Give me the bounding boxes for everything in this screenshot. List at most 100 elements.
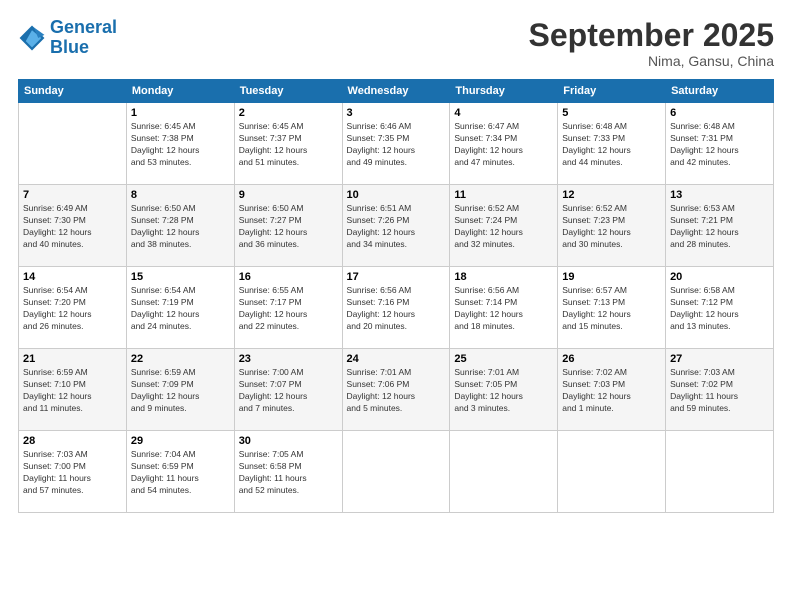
day-number: 30 [239,435,338,447]
day-number: 3 [347,107,446,119]
col-header-friday: Friday [558,80,666,103]
calendar-cell: 21 Sunrise: 6:59 AM Sunset: 7:10 PM Dayli… [19,349,127,431]
column-headers: SundayMondayTuesdayWednesdayThursdayFrid… [19,80,774,103]
day-number: 9 [239,189,338,201]
cell-info: Sunrise: 6:52 AM Sunset: 7:24 PM Dayligh… [454,203,553,251]
day-number: 4 [454,107,553,119]
calendar-cell: 24 Sunrise: 7:01 AM Sunset: 7:06 PM Dayli… [342,349,450,431]
day-number: 26 [562,353,661,365]
col-header-monday: Monday [126,80,234,103]
day-number: 29 [131,435,230,447]
calendar-cell: 18Sunrise: 6:56 AM Sunset: 7:14 PM Dayli… [450,267,558,349]
col-header-saturday: Saturday [666,80,774,103]
cell-info: Sunrise: 6:48 AM Sunset: 7:31 PM Dayligh… [670,121,769,169]
logo: General Blue [18,18,117,58]
logo-text: General Blue [50,18,117,58]
day-number: 14 [23,271,122,283]
logo-icon [18,24,46,52]
cell-info: Sunrise: 6:47 AM Sunset: 7:34 PM Dayligh… [454,121,553,169]
day-number: 10 [347,189,446,201]
calendar-cell: 25 Sunrise: 7:01 AM Sunset: 7:05 PM Dayli… [450,349,558,431]
calendar-cell: 5Sunrise: 6:48 AM Sunset: 7:33 PM Daylig… [558,103,666,185]
day-number: 18 [454,271,553,283]
day-number: 13 [670,189,769,201]
cell-info: Sunrise: 7:00 AM Sunset: 7:07 PM Dayligh… [239,367,338,415]
day-number: 12 [562,189,661,201]
day-number: 17 [347,271,446,283]
calendar-cell [558,431,666,513]
page: General Blue September 2025 Nima, Gansu,… [0,0,792,612]
day-number: 20 [670,271,769,283]
day-number: 28 [23,435,122,447]
calendar-cell: 9 Sunrise: 6:50 AM Sunset: 7:27 PM Daylig… [234,185,342,267]
calendar-cell: 20 Sunrise: 6:58 AM Sunset: 7:12 PM Dayli… [666,267,774,349]
day-number: 5 [562,107,661,119]
calendar-cell: 6 Sunrise: 6:48 AM Sunset: 7:31 PM Daylig… [666,103,774,185]
day-number: 19 [562,271,661,283]
cell-info: Sunrise: 6:55 AM Sunset: 7:17 PM Dayligh… [239,285,338,333]
cell-info: Sunrise: 7:01 AM Sunset: 7:05 PM Dayligh… [454,367,553,415]
cell-info: Sunrise: 6:49 AM Sunset: 7:30 PM Dayligh… [23,203,122,251]
day-number: 2 [239,107,338,119]
cell-info: Sunrise: 7:03 AM Sunset: 7:00 PM Dayligh… [23,449,122,497]
calendar-cell: 4 Sunrise: 6:47 AM Sunset: 7:34 PM Daylig… [450,103,558,185]
col-header-thursday: Thursday [450,80,558,103]
calendar-cell: 29Sunrise: 7:04 AM Sunset: 6:59 PM Dayli… [126,431,234,513]
day-number: 21 [23,353,122,365]
cell-info: Sunrise: 6:53 AM Sunset: 7:21 PM Dayligh… [670,203,769,251]
calendar-cell: 14Sunrise: 6:54 AM Sunset: 7:20 PM Dayli… [19,267,127,349]
week-row-3: 14Sunrise: 6:54 AM Sunset: 7:20 PM Dayli… [19,267,774,349]
day-number: 7 [23,189,122,201]
calendar-cell: 12 Sunrise: 6:52 AM Sunset: 7:23 PM Dayli… [558,185,666,267]
calendar-cell: 19 Sunrise: 6:57 AM Sunset: 7:13 PM Dayli… [558,267,666,349]
title-block: September 2025 Nima, Gansu, China [529,18,774,69]
week-row-1: 1 Sunrise: 6:45 AM Sunset: 7:38 PM Daylig… [19,103,774,185]
calendar-cell: 13 Sunrise: 6:53 AM Sunset: 7:21 PM Dayli… [666,185,774,267]
cell-info: Sunrise: 7:05 AM Sunset: 6:58 PM Dayligh… [239,449,338,497]
week-row-2: 7 Sunrise: 6:49 AM Sunset: 7:30 PM Daylig… [19,185,774,267]
calendar-cell: 2 Sunrise: 6:45 AM Sunset: 7:37 PM Daylig… [234,103,342,185]
day-number: 23 [239,353,338,365]
cell-info: Sunrise: 6:45 AM Sunset: 7:37 PM Dayligh… [239,121,338,169]
logo-line2: Blue [50,37,89,57]
day-number: 16 [239,271,338,283]
cell-info: Sunrise: 6:56 AM Sunset: 7:16 PM Dayligh… [347,285,446,333]
col-header-wednesday: Wednesday [342,80,450,103]
day-number: 15 [131,271,230,283]
col-header-tuesday: Tuesday [234,80,342,103]
location: Nima, Gansu, China [529,53,774,69]
day-number: 6 [670,107,769,119]
cell-info: Sunrise: 6:46 AM Sunset: 7:35 PM Dayligh… [347,121,446,169]
calendar-cell [450,431,558,513]
calendar-cell: 16 Sunrise: 6:55 AM Sunset: 7:17 PM Dayli… [234,267,342,349]
cell-info: Sunrise: 6:50 AM Sunset: 7:27 PM Dayligh… [239,203,338,251]
cell-info: Sunrise: 6:58 AM Sunset: 7:12 PM Dayligh… [670,285,769,333]
week-row-5: 28 Sunrise: 7:03 AM Sunset: 7:00 PM Dayli… [19,431,774,513]
calendar-cell [342,431,450,513]
cell-info: Sunrise: 7:01 AM Sunset: 7:06 PM Dayligh… [347,367,446,415]
day-number: 25 [454,353,553,365]
cell-info: Sunrise: 6:52 AM Sunset: 7:23 PM Dayligh… [562,203,661,251]
cell-info: Sunrise: 6:45 AM Sunset: 7:38 PM Dayligh… [131,121,230,169]
calendar-cell: 27 Sunrise: 7:03 AM Sunset: 7:02 PM Dayli… [666,349,774,431]
cell-info: Sunrise: 6:57 AM Sunset: 7:13 PM Dayligh… [562,285,661,333]
day-number: 27 [670,353,769,365]
calendar-cell: 10Sunrise: 6:51 AM Sunset: 7:26 PM Dayli… [342,185,450,267]
day-number: 8 [131,189,230,201]
calendar-cell: 30 Sunrise: 7:05 AM Sunset: 6:58 PM Dayli… [234,431,342,513]
cell-info: Sunrise: 6:54 AM Sunset: 7:19 PM Dayligh… [131,285,230,333]
calendar-cell: 3 Sunrise: 6:46 AM Sunset: 7:35 PM Daylig… [342,103,450,185]
calendar-cell: 1 Sunrise: 6:45 AM Sunset: 7:38 PM Daylig… [126,103,234,185]
calendar-cell: 17 Sunrise: 6:56 AM Sunset: 7:16 PM Dayli… [342,267,450,349]
calendar-cell: 23 Sunrise: 7:00 AM Sunset: 7:07 PM Dayli… [234,349,342,431]
day-number: 1 [131,107,230,119]
day-number: 24 [347,353,446,365]
header: General Blue September 2025 Nima, Gansu,… [18,18,774,69]
cell-info: Sunrise: 7:02 AM Sunset: 7:03 PM Dayligh… [562,367,661,415]
cell-info: Sunrise: 7:03 AM Sunset: 7:02 PM Dayligh… [670,367,769,415]
calendar-cell: 7 Sunrise: 6:49 AM Sunset: 7:30 PM Daylig… [19,185,127,267]
logo-line1: General [50,17,117,37]
calendar-cell: 26 Sunrise: 7:02 AM Sunset: 7:03 PM Dayli… [558,349,666,431]
calendar-cell: 11Sunrise: 6:52 AM Sunset: 7:24 PM Dayli… [450,185,558,267]
cell-info: Sunrise: 6:59 AM Sunset: 7:10 PM Dayligh… [23,367,122,415]
